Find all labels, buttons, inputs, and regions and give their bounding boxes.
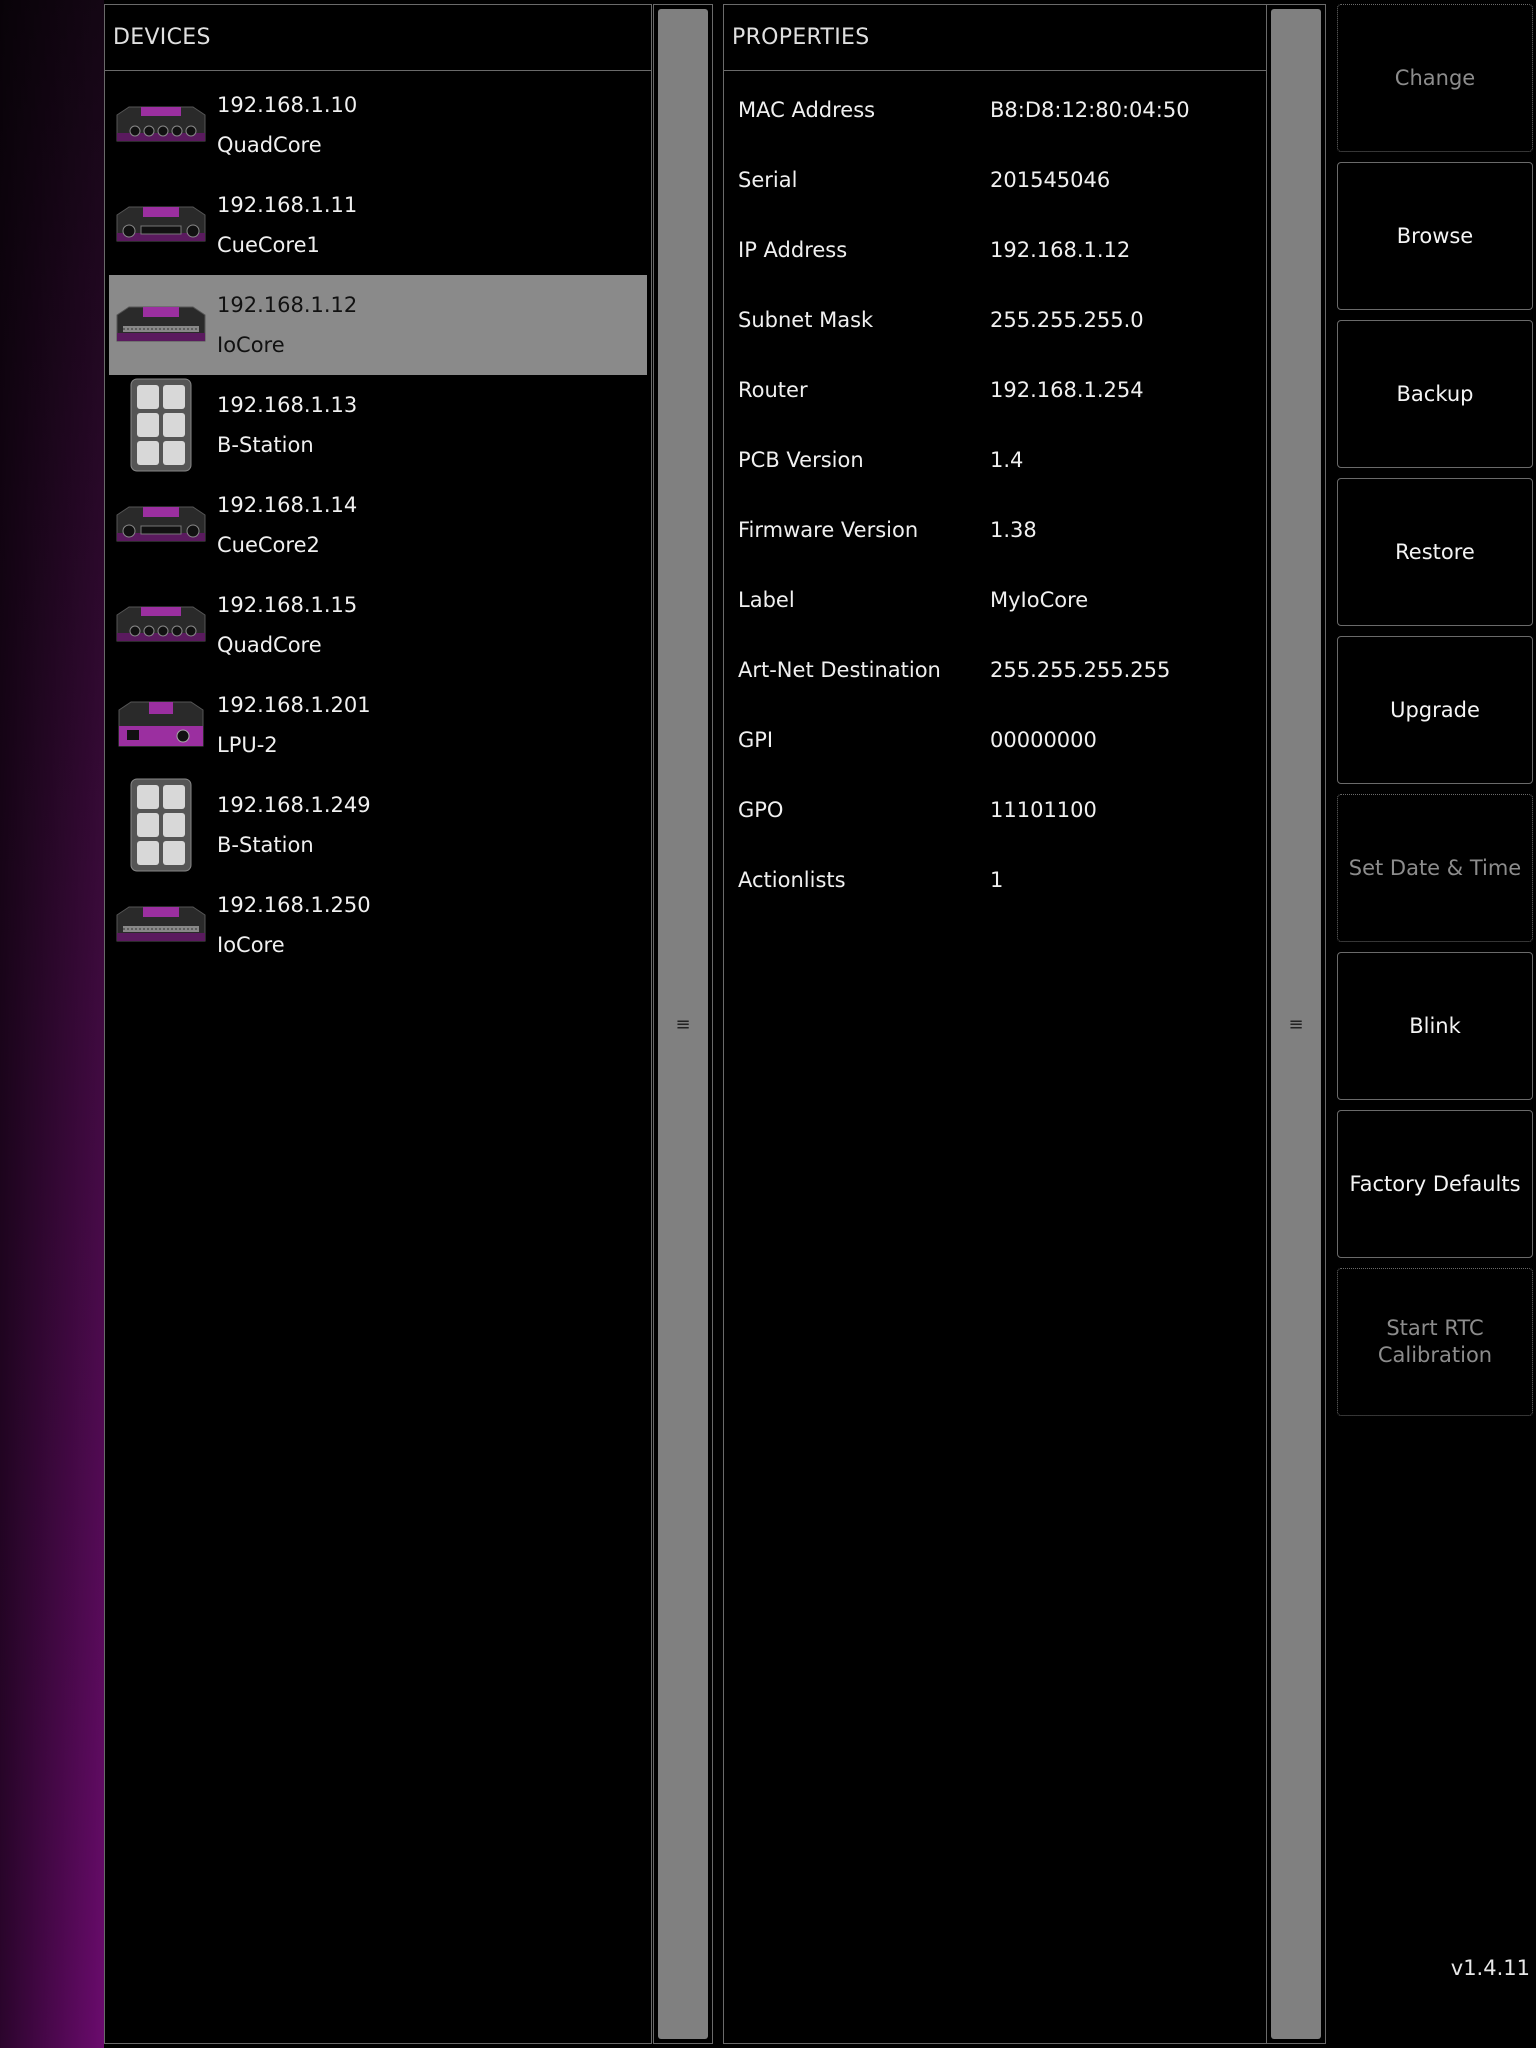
property-value: 255.255.255.0	[990, 308, 1144, 332]
property-key: Serial	[738, 168, 798, 192]
version-label: v1.4.11	[1450, 1956, 1530, 1980]
backup-button[interactable]: Backup	[1337, 320, 1533, 468]
device-name: CueCore2	[217, 533, 320, 557]
property-value: 11101100	[990, 798, 1097, 822]
property-key: Subnet Mask	[738, 308, 874, 332]
property-row: Actionlists 1	[724, 845, 1266, 915]
device-name: CueCore1	[217, 233, 320, 257]
start-rtc-calibration-button[interactable]: Start RTC Calibration	[1337, 1268, 1533, 1416]
browse-button[interactable]: Browse	[1337, 162, 1533, 310]
devices-scrollbar[interactable]: ≡	[653, 4, 713, 2044]
device-ip: 192.168.1.14	[217, 493, 358, 517]
property-row: IP Address 192.168.1.12	[724, 215, 1266, 285]
property-row: Subnet Mask 255.255.255.0	[724, 285, 1266, 355]
set-date-time-button[interactable]: Set Date & Time	[1337, 794, 1533, 942]
device-row[interactable]: 192.168.1.14 CueCore2	[109, 475, 647, 575]
device-name: B-Station	[217, 833, 314, 857]
properties-panel: PROPERTIES MAC Address B8:D8:12:80:04:50 …	[723, 4, 1267, 2044]
quadcore-device-icon	[109, 75, 213, 175]
action-buttons: Change Browse Backup Restore Upgrade Set…	[1337, 4, 1533, 1426]
bstation-device-icon	[109, 375, 213, 475]
property-value: 192.168.1.254	[990, 378, 1144, 402]
device-ip: 192.168.1.10	[217, 93, 358, 117]
grip-icon: ≡	[1288, 1013, 1304, 1035]
device-row[interactable]: 192.168.1.249 B-Station	[109, 775, 647, 875]
factory-defaults-button[interactable]: Factory Defaults	[1337, 1110, 1533, 1258]
cuecore-device-icon	[109, 475, 213, 575]
property-row: Art-Net Destination 255.255.255.255	[724, 635, 1266, 705]
property-key: GPI	[738, 728, 774, 752]
properties-header: PROPERTIES	[724, 5, 1266, 71]
property-key: Actionlists	[738, 868, 846, 892]
device-name: QuadCore	[217, 633, 322, 657]
property-key: PCB Version	[738, 448, 864, 472]
device-row[interactable]: 192.168.1.15 QuadCore	[109, 575, 647, 675]
property-list: MAC Address B8:D8:12:80:04:50 Serial 20154…	[724, 75, 1266, 915]
property-value: 00000000	[990, 728, 1097, 752]
device-ip: 192.168.1.201	[217, 693, 371, 717]
device-ip: 192.168.1.250	[217, 893, 371, 917]
property-key: MAC Address	[738, 98, 876, 122]
restore-button[interactable]: Restore	[1337, 478, 1533, 626]
blink-button[interactable]: Blink	[1337, 952, 1533, 1100]
bstation-device-icon	[109, 775, 213, 875]
devices-panel: DEVICES 192.168.1.10 QuadCore 192.168.1.…	[104, 4, 652, 2044]
property-row: MAC Address B8:D8:12:80:04:50	[724, 75, 1266, 145]
property-key: Art-Net Destination	[738, 658, 941, 682]
property-value: B8:D8:12:80:04:50	[990, 98, 1190, 122]
device-ip: 192.168.1.11	[217, 193, 358, 217]
property-row: GPO 11101100	[724, 775, 1266, 845]
device-ip: 192.168.1.13	[217, 393, 358, 417]
property-value: MyIoCore	[990, 588, 1089, 612]
property-value: 1	[990, 868, 1004, 892]
property-value: 1.38	[990, 518, 1037, 542]
property-row: PCB Version 1.4	[724, 425, 1266, 495]
left-gradient-bar	[0, 0, 104, 2048]
upgrade-button[interactable]: Upgrade	[1337, 636, 1533, 784]
property-row: Router 192.168.1.254	[724, 355, 1266, 425]
property-key: IP Address	[738, 238, 848, 262]
property-row: Label MyIoCore	[724, 565, 1266, 635]
device-name: IoCore	[217, 933, 285, 957]
property-row: GPI 00000000	[724, 705, 1266, 775]
device-list: 192.168.1.10 QuadCore 192.168.1.11 CueCo…	[109, 75, 647, 975]
device-ip: 192.168.1.12	[217, 293, 358, 317]
cuecore-device-icon	[109, 175, 213, 275]
iocore-device-icon	[109, 875, 213, 975]
device-row-selected[interactable]: 192.168.1.12 IoCore	[109, 275, 647, 375]
property-key: GPO	[738, 798, 784, 822]
device-row[interactable]: 192.168.1.250 IoCore	[109, 875, 647, 975]
device-ip: 192.168.1.249	[217, 793, 371, 817]
device-row[interactable]: 192.168.1.10 QuadCore	[109, 75, 647, 175]
device-row[interactable]: 192.168.1.201 LPU-2	[109, 675, 647, 775]
property-key: Label	[738, 588, 795, 612]
device-ip: 192.168.1.15	[217, 593, 358, 617]
property-value: 201545046	[990, 168, 1111, 192]
device-name: LPU-2	[217, 733, 278, 757]
property-value: 192.168.1.12	[990, 238, 1131, 262]
grip-icon: ≡	[675, 1013, 691, 1035]
properties-scroll-thumb[interactable]: ≡	[1271, 9, 1321, 2039]
device-row[interactable]: 192.168.1.11 CueCore1	[109, 175, 647, 275]
iocore-device-icon	[109, 275, 213, 375]
device-name: QuadCore	[217, 133, 322, 157]
property-row: Firmware Version 1.38	[724, 495, 1266, 565]
lpu-device-icon	[109, 675, 213, 775]
device-name: B-Station	[217, 433, 314, 457]
property-value: 1.4	[990, 448, 1024, 472]
devices-scroll-thumb[interactable]: ≡	[658, 9, 708, 2039]
change-button[interactable]: Change	[1337, 4, 1533, 152]
property-value: 255.255.255.255	[990, 658, 1171, 682]
devices-header: DEVICES	[105, 5, 651, 71]
property-key: Router	[738, 378, 808, 402]
properties-scrollbar[interactable]: ≡	[1266, 4, 1326, 2044]
property-row: Serial 201545046	[724, 145, 1266, 215]
quadcore-device-icon	[109, 575, 213, 675]
device-name: IoCore	[217, 333, 285, 357]
property-key: Firmware Version	[738, 518, 919, 542]
device-row[interactable]: 192.168.1.13 B-Station	[109, 375, 647, 475]
